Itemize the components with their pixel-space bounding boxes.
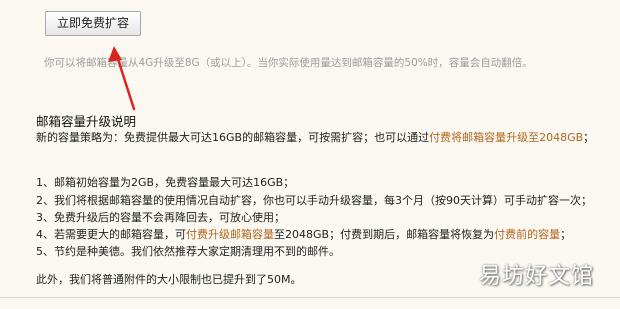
item4-suffix: ；: [560, 228, 572, 241]
list-item-1: 1、邮箱初始容量为2GB，免费容量最大可达16GB；: [36, 176, 295, 189]
watermark: 易坊好文馆: [478, 264, 594, 289]
list-item-3: 3、免费升级后的容量不会再降回去，可放心使用；: [36, 211, 285, 224]
list-item-5: 5、节约是种美德。我们依然推荐大家定期清理用不到的邮件。: [36, 245, 340, 258]
strategy-line: 新的容量策略为：免费提供最大可达16GB的邮箱容量，可按需扩容；也可以通过付费将…: [36, 129, 594, 145]
section-title: 邮箱容量升级说明: [36, 114, 137, 129]
paid-upgrade-link[interactable]: 付费将邮箱容量升级至2048GB: [429, 131, 583, 144]
paid-upgrade-link-2[interactable]: 付费升级邮箱容量: [186, 228, 274, 241]
strategy-text: 新的容量策略为：免费提供最大可达16GB的邮箱容量，可按需扩容；也可以通过: [36, 131, 430, 144]
list-item-2: 2、我们将根据邮箱容量的使用情况自动扩容，你也可以手动升级容量，每3个月（按90…: [36, 194, 592, 207]
item4-text: 4、若需要更大的邮箱容量，可: [36, 228, 186, 241]
pre-paid-capacity-link[interactable]: 付费前的容量: [494, 228, 560, 241]
attachment-note: 此外，我们将普通附件的大小限制也已提升到了50M。: [36, 273, 302, 286]
item4-mid: 至2048GB；付费到期后，邮箱容量将恢复为: [274, 228, 495, 241]
list-item-4: 4、若需要更大的邮箱容量，可付费升级邮箱容量至2048GB；付费到期后，邮箱容量…: [36, 226, 571, 242]
bottom-divider: [0, 297, 620, 298]
strategy-suffix: ；: [583, 131, 595, 144]
